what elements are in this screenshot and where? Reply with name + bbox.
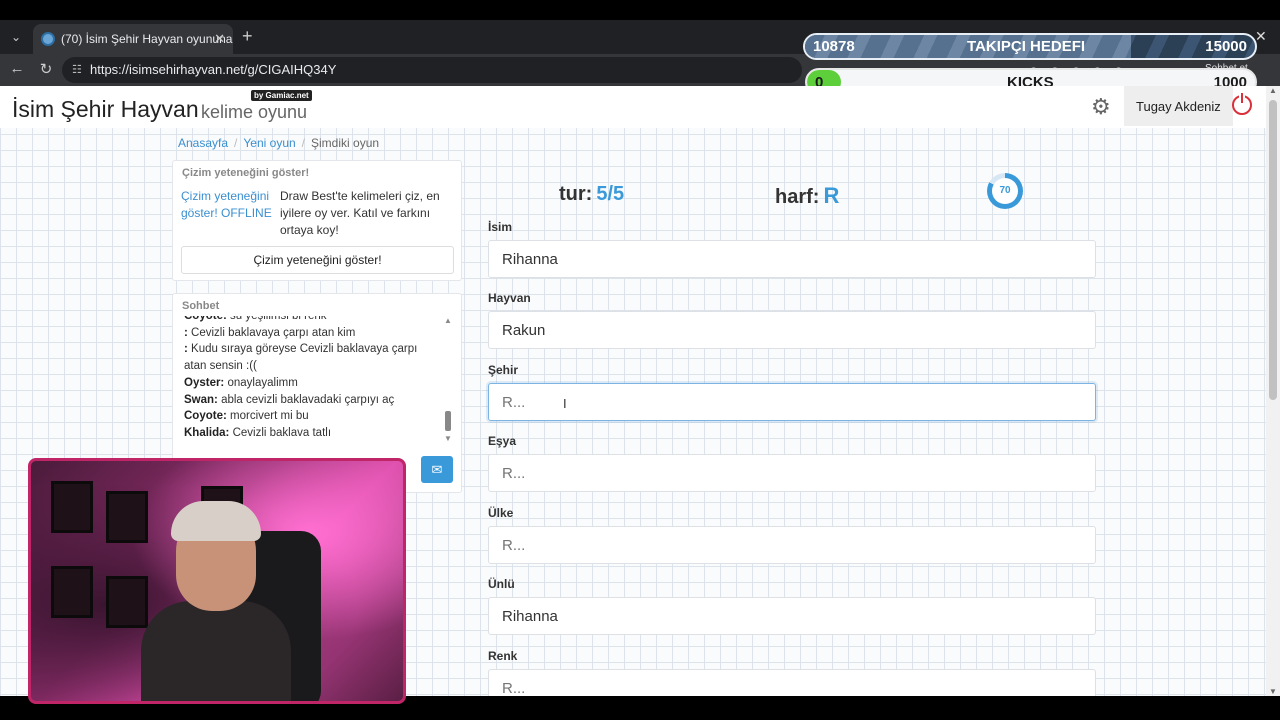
streamer [141, 501, 291, 701]
site-favicon-icon [41, 32, 55, 46]
chat-message-user: Khalida: [184, 426, 230, 439]
chat-message-text: abla cevizli baklavadaki çarpıyı aç [221, 393, 395, 406]
breadcrumb-home[interactable]: Anasayfa [178, 136, 228, 150]
chat-message: : Cevizli baklavaya çarpı atan kim [184, 325, 439, 342]
chat-scroll-up-icon[interactable]: ▲ [444, 316, 452, 325]
tab-title: (70) İsim Şehir Hayvan oyununa ka [61, 32, 233, 46]
chat-viewport[interactable]: Coyote: su yeşilimsi bi renk: Cevizli ba… [173, 316, 451, 454]
promo-panel: Çizim yeteneğini göster! Çizim yeteneğin… [172, 160, 462, 281]
chat-message-user: : [184, 326, 188, 339]
wall-frame [106, 576, 148, 628]
promo-text: Draw Best'te kelimeleri çiz, en iyilere … [280, 189, 440, 237]
round-value: 5/5 [596, 183, 625, 205]
field-label-isim: İsim [488, 220, 513, 234]
chat-scroll-thumb[interactable] [445, 411, 451, 431]
chat-message-text: Cevizli baklavaya çarpı atan kim [191, 326, 356, 339]
site-brand-subtitle: kelime oyunu [201, 102, 308, 122]
logout-power-icon[interactable] [1232, 93, 1252, 115]
chat-message: Coyote: morcivert mi bu [184, 408, 439, 425]
promo-button[interactable]: Çizim yeteneğini göster! [181, 246, 454, 274]
timer-value: 70 [992, 178, 1018, 204]
page-scroll-thumb[interactable] [1269, 100, 1277, 400]
breadcrumb-new-game[interactable]: Yeni oyun [243, 136, 295, 150]
unlu-input[interactable] [488, 597, 1096, 635]
site-header: İsim Şehir Hayvan kelime oyunu by Gamiac… [0, 86, 1266, 128]
streamer-hair [171, 501, 261, 541]
url-text: https://isimsehirhayvan.net/g/CIGAIHQ34Y [90, 62, 337, 77]
site-brand[interactable]: İsim Şehir Hayvan [12, 96, 199, 123]
follower-goal-bar: 10878 TAKIPÇI HEDEFI 15000 [803, 33, 1257, 60]
by-badge[interactable]: by Gamiac.net [251, 90, 312, 101]
settings-gear-icon[interactable]: ⚙ [1091, 94, 1111, 120]
url-field[interactable]: ☷ https://isimsehirhayvan.net/g/CIGAIHQ3… [62, 57, 802, 83]
reload-icon[interactable]: ↻ [36, 60, 56, 78]
ulke-input[interactable] [488, 526, 1096, 564]
screen: ⌄ (70) İsim Şehir Hayvan oyununa ka ✕ + … [0, 0, 1280, 720]
field-label-unlu: Ünlü [488, 577, 515, 591]
follower-current: 10878 [813, 38, 855, 55]
breadcrumb: Anasayfa / Yeni oyun / Şimdiki oyun [178, 136, 380, 150]
chat-message-user: Oyster: [184, 376, 225, 389]
chat-message: : Kudu sıraya göreyse Cevizli baklavaya … [184, 341, 439, 374]
promo-image-alt[interactable]: Çizim yeteneğini göster! OFFLINE [181, 188, 273, 222]
chat-message-text: Cevizli baklava tatlı [232, 426, 332, 439]
streamer-body [141, 601, 291, 701]
round-indicator: tur: 5/5 [559, 183, 624, 206]
chat-message-text: Kudu sıraya göreyse Cevizli baklavaya ça… [184, 343, 418, 373]
chat-title: Sohbet [182, 300, 220, 312]
window-close-icon[interactable]: ✕ [1255, 28, 1267, 45]
chat-message: Coyote: su yeşilimsi bi renk [184, 316, 439, 325]
chat-message-text: morcivert mi bu [230, 410, 309, 423]
countdown-timer: 70 [987, 173, 1023, 209]
follower-goal-target: 15000 [1205, 38, 1247, 55]
chat-message-text: su yeşilimsi bi renk [230, 316, 327, 322]
tab-close-icon[interactable]: ✕ [214, 24, 225, 54]
promo-title: Çizim yeteneğini göster! [182, 167, 310, 179]
text-cursor-icon: I [563, 396, 567, 411]
chat-message-text: onaylayalimm [227, 376, 298, 389]
new-tab-plus-icon[interactable]: + [242, 26, 253, 47]
webcam-overlay [28, 458, 406, 704]
scroll-up-icon[interactable]: ▲ [1266, 86, 1280, 95]
wall-frame [51, 566, 93, 618]
follower-goal-title: TAKIPÇI HEDEFI [967, 38, 1086, 55]
chat-message-user: Coyote: [184, 410, 227, 423]
isim-input[interactable] [488, 240, 1096, 278]
scroll-down-icon[interactable]: ▼ [1266, 687, 1280, 696]
chat-message: Oyster: onaylayalimm [184, 375, 439, 392]
letter-value: R [823, 183, 840, 208]
renk-input[interactable] [488, 669, 1096, 696]
esya-input[interactable] [488, 454, 1096, 492]
letter-label: harf: [775, 186, 820, 208]
back-arrow-icon[interactable]: ← [7, 60, 27, 77]
round-label: tur: [559, 183, 593, 205]
chat-message: Khalida: Cevizli baklava tatlı [184, 425, 439, 442]
tab-list-chevron-icon[interactable]: ⌄ [6, 28, 26, 46]
chat-scroll-down-icon[interactable]: ▼ [444, 434, 452, 443]
browser-tab[interactable]: (70) İsim Şehir Hayvan oyununa ka ✕ [33, 24, 233, 54]
field-label-sehir: Şehir [488, 363, 519, 377]
field-label-hayvan: Hayvan [488, 291, 531, 305]
breadcrumb-current: Şimdiki oyun [311, 136, 380, 150]
wall-frame [106, 491, 148, 543]
chat-scrollbar[interactable]: ▲ ▼ [444, 316, 452, 443]
wall-frame [51, 481, 93, 533]
user-name-button[interactable]: Tugay Akdeniz [1124, 86, 1233, 126]
site-info-icon[interactable]: ☷ [72, 57, 82, 83]
letter-indicator: harf: R [775, 183, 839, 209]
chat-send-icon[interactable]: ✉ [421, 456, 453, 483]
field-label-renk: Renk [488, 649, 518, 663]
chat-message: Swan: abla cevizli baklavadaki çarpıyı a… [184, 392, 439, 409]
field-label-ulke: Ülke [488, 506, 514, 520]
sehir-input[interactable] [488, 383, 1096, 421]
chat-message-user: : [184, 343, 188, 356]
field-label-esya: Eşya [488, 434, 517, 448]
chat-message-user: Coyote: [184, 316, 227, 322]
chat-message-user: Swan: [184, 393, 218, 406]
chat-message-list: Coyote: su yeşilimsi bi renk: Cevizli ba… [184, 316, 439, 442]
page-scrollbar[interactable]: ▲ ▼ [1266, 86, 1280, 696]
hayvan-input[interactable] [488, 311, 1096, 349]
